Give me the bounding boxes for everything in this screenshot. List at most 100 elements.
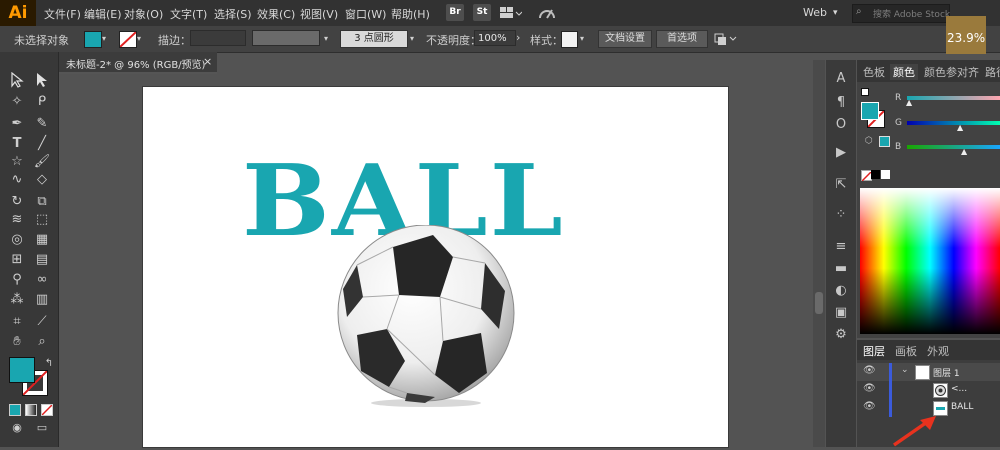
line-tool-icon[interactable]: ╱ xyxy=(31,134,53,154)
close-tab-icon[interactable]: × xyxy=(203,55,212,68)
stroke-weight-input[interactable] xyxy=(190,30,246,46)
menu-help[interactable]: 帮助(H) xyxy=(391,6,430,22)
eyedropper-icon[interactable]: ⚲ xyxy=(6,270,28,290)
gpu-performance-icon[interactable] xyxy=(538,5,556,21)
settings-panel-icon[interactable]: ⚙ xyxy=(832,326,850,344)
tab-artboards[interactable]: 画板 xyxy=(895,343,917,359)
tab-layers[interactable]: 图层 xyxy=(863,343,885,359)
layer-row[interactable]: 👁︎ <... xyxy=(857,381,1000,399)
menu-window[interactable]: 窗口(W) xyxy=(345,6,386,22)
width-tool-icon[interactable]: ≋ xyxy=(6,210,28,230)
scale-tool-icon[interactable]: ⧉ xyxy=(31,192,53,212)
character-panel-icon[interactable]: A xyxy=(832,70,850,88)
slice-tool-icon[interactable]: ⟋ xyxy=(31,312,53,332)
curvature-tool-icon[interactable]: ✎ xyxy=(31,114,53,134)
workspace-switcher[interactable]: Web xyxy=(803,6,827,19)
lasso-icon[interactable]: ᑭ xyxy=(31,92,53,112)
web-safe-swatch[interactable] xyxy=(879,136,890,147)
artboard-tool-icon[interactable]: ⌗ xyxy=(6,312,28,332)
menu-effect[interactable]: 效果(C) xyxy=(257,6,295,22)
magic-wand-icon[interactable]: ✧ xyxy=(6,92,28,112)
type-tool-icon[interactable]: T xyxy=(6,134,28,154)
color-spectrum-picker[interactable] xyxy=(860,188,1000,334)
tab-swatches[interactable]: 色板 xyxy=(863,64,885,80)
draw-mode-icon[interactable]: ◉ xyxy=(6,418,28,438)
shaper-tool-icon[interactable]: ∿ xyxy=(6,170,28,190)
arrange-documents-icon[interactable] xyxy=(500,6,523,20)
expand-toggle-icon[interactable]: ⌄ xyxy=(901,365,909,375)
export-panel-icon[interactable]: ⇱ xyxy=(832,176,850,194)
artboard[interactable]: BALL xyxy=(143,87,728,447)
color-mode-icon[interactable] xyxy=(9,404,21,416)
paragraph-panel-icon[interactable]: ¶ xyxy=(832,94,850,112)
fill-swatch[interactable] xyxy=(84,31,102,48)
rotate-tool-icon[interactable]: ↻ xyxy=(6,192,28,212)
column-graph-icon[interactable]: ▥ xyxy=(31,290,53,310)
default-colors-icon[interactable] xyxy=(861,88,869,96)
out-of-gamut-icon[interactable]: ⬡ xyxy=(865,136,875,146)
menu-object[interactable]: 对象(O) xyxy=(124,6,163,22)
panel-fill-swatch[interactable] xyxy=(861,102,879,120)
layer-name[interactable]: BALL xyxy=(951,402,973,412)
gradient-mode-icon[interactable] xyxy=(25,404,37,416)
perspective-grid-icon[interactable]: ▦ xyxy=(31,230,53,250)
stock-search-field[interactable]: ⌕ 搜索 Adobe Stock xyxy=(852,4,950,23)
channel-r-slider[interactable] xyxy=(907,96,1000,100)
document-setup-button[interactable]: 文档设置 xyxy=(598,30,652,48)
preferences-button[interactable]: 首选项 xyxy=(656,30,708,48)
chevron-down-icon[interactable]: ▾ xyxy=(410,34,414,43)
paintbrush-icon[interactable]: 🖌︎ xyxy=(31,152,53,172)
visibility-eye-icon[interactable]: 👁︎ xyxy=(863,383,876,394)
menu-edit[interactable]: 编辑(E) xyxy=(84,6,122,22)
channel-g-handle[interactable]: ▲ xyxy=(957,123,963,132)
tab-pathfinder[interactable]: 路径 xyxy=(985,64,1000,80)
visibility-eye-icon[interactable]: 👁︎ xyxy=(863,401,876,412)
vertical-scrollbar[interactable] xyxy=(813,60,825,447)
none-mode-icon[interactable] xyxy=(41,404,53,416)
layer-name[interactable]: <... xyxy=(951,384,967,394)
tab-color-guide[interactable]: 颜色参 xyxy=(924,64,957,80)
brush-definition[interactable]: 3 点圆形 xyxy=(340,30,408,48)
channel-r-handle[interactable]: ▲ xyxy=(906,98,912,107)
stroke-panel-icon[interactable]: ≡ xyxy=(832,238,850,256)
scrollbar-thumb[interactable] xyxy=(815,292,823,314)
stock-button[interactable]: St xyxy=(473,4,491,21)
chevron-down-icon[interactable]: ▾ xyxy=(580,34,584,43)
channel-g-slider[interactable] xyxy=(907,121,1000,125)
stroke-swatch[interactable] xyxy=(119,31,137,48)
transparency-panel-icon[interactable]: ◐ xyxy=(832,282,850,300)
white-color-chip[interactable] xyxy=(881,170,890,179)
opacity-input[interactable]: 100% xyxy=(474,30,516,46)
eraser-icon[interactable]: ◇ xyxy=(31,170,53,190)
menu-type[interactable]: 文字(T) xyxy=(170,6,207,22)
zoom-tool-icon[interactable]: ⌕ xyxy=(31,332,53,352)
soccer-ball-image[interactable] xyxy=(335,224,517,407)
graphic-style-swatch[interactable] xyxy=(561,31,578,48)
tab-appearance[interactable]: 外观 xyxy=(927,343,949,359)
gradient-panel-icon[interactable]: ▬ xyxy=(832,260,850,278)
menu-select[interactable]: 选择(S) xyxy=(214,6,252,22)
visibility-eye-icon[interactable]: 👁︎ xyxy=(863,365,876,376)
blend-tool-icon[interactable]: ∞ xyxy=(31,270,53,290)
star-tool-icon[interactable]: ☆ xyxy=(6,152,28,172)
tab-align[interactable]: 对齐 xyxy=(957,64,979,80)
swap-colors-icon[interactable]: ↰ xyxy=(38,354,60,374)
selection-tool-icon[interactable] xyxy=(6,71,28,92)
chevron-right-icon[interactable]: › xyxy=(516,31,520,44)
stroke-label[interactable]: 描边： xyxy=(158,32,191,48)
shape-builder-icon[interactable]: ◎ xyxy=(6,230,28,250)
variable-width-profile[interactable] xyxy=(252,30,320,46)
symbol-sprayer-icon[interactable]: ⁂ xyxy=(6,290,28,310)
layer-row[interactable]: 👁︎ ⌄ 图层 1 xyxy=(857,363,1000,381)
channel-b-handle[interactable]: ▲ xyxy=(961,147,967,156)
appearance-panel-icon[interactable]: ▣ xyxy=(832,304,850,322)
opentype-panel-icon[interactable]: O xyxy=(832,116,850,134)
chevron-down-icon[interactable]: ▾ xyxy=(102,34,106,43)
actions-panel-icon[interactable]: ▶ xyxy=(832,144,850,162)
hand-tool-icon[interactable]: ✋︎ xyxy=(6,332,28,352)
document-tab[interactable]: 未标题-2* @ 96% (RGB/预览) × xyxy=(59,52,217,74)
gradient-tool-icon[interactable]: ▤ xyxy=(31,250,53,270)
mesh-tool-icon[interactable]: ⊞ xyxy=(6,250,28,270)
channel-b-slider[interactable] xyxy=(907,145,1000,149)
free-transform-icon[interactable]: ⬚ xyxy=(31,210,53,230)
